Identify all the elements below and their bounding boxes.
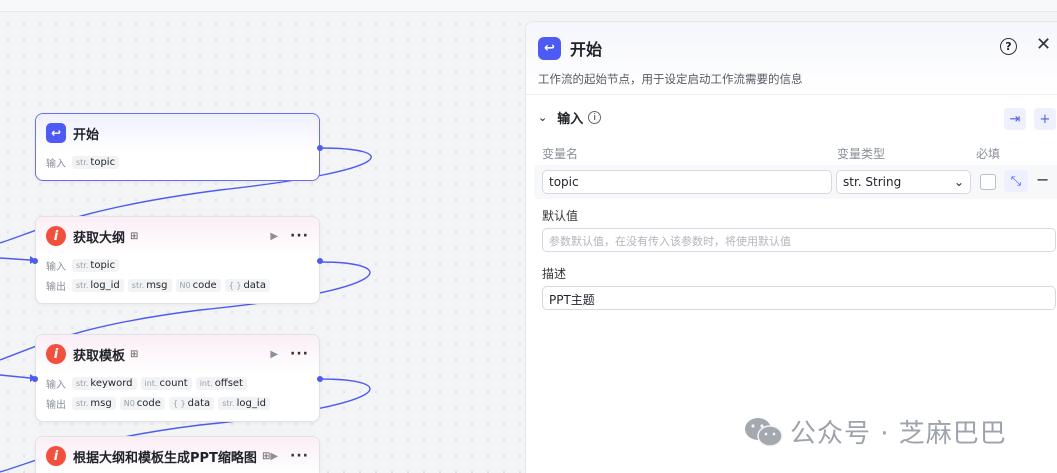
panel-header: ↩ 开始 ? ✕ 工作流的起始节点，用于设定启动工作流需要的信息 — [526, 22, 1057, 95]
node-start-title: 开始 — [73, 127, 100, 143]
help-icon[interactable]: ? — [1000, 38, 1017, 55]
default-value-input[interactable]: 参数默认值，在没有传入该参数时，将使用默认值 — [542, 228, 1056, 252]
node-generate-thumbnail[interactable]: i 根据大纲和模板生成PPT缩略图 ⊞ ▶ ··· — [35, 436, 320, 473]
close-icon[interactable]: ✕ — [1036, 34, 1051, 55]
watermark: 公众号 · 芝麻巴巴 — [742, 413, 1007, 450]
plugin-icon: i — [46, 344, 66, 364]
node-outline-inputs: 输入 str. topic — [36, 255, 319, 275]
node-outline-title: 获取大纲 — [73, 230, 126, 246]
chevron-down-icon: ⌄ — [953, 175, 964, 189]
node-template-title: 获取模板 — [73, 348, 126, 364]
node-template-inputs: 输入 str. keyword int. count int. offset — [36, 373, 319, 393]
node-start-inputs: 输入 str. topic — [36, 152, 319, 172]
start-icon: ↩ — [538, 36, 561, 60]
add-variable-button[interactable]: + — [1034, 108, 1056, 130]
param-tag: int. count — [140, 376, 192, 390]
plugin-badge-icon: ⊞ — [130, 230, 139, 242]
node-config-panel: ↩ 开始 ? ✕ 工作流的起始节点，用于设定启动工作流需要的信息 ⌄ 输入 i … — [525, 21, 1057, 473]
variable-type-select[interactable]: str. String ⌄ — [836, 170, 971, 194]
node-template-header: i 获取模板 ⊞ ▶ ··· — [36, 335, 319, 373]
default-value-label: 默认值 — [542, 209, 579, 223]
more-icon[interactable]: ··· — [290, 346, 309, 362]
description-label: 描述 — [542, 267, 567, 281]
watermark-text: 公众号 · 芝麻巴巴 — [790, 419, 1007, 449]
node-get-outline[interactable]: i 获取大纲 ⊞ ▶ ··· 输入 str. topic 输出 str. log_i… — [32, 216, 323, 304]
param-tag: str. msg — [72, 396, 116, 410]
plugin-badge-icon: ⊞ — [261, 450, 271, 462]
node-start-header: ↩ 开始 — [36, 114, 319, 152]
collapse-icon[interactable]: ⤡ — [1004, 170, 1028, 192]
column-header-name: 变量名 — [542, 147, 579, 161]
chevron-down-icon[interactable]: ⌄ — [538, 111, 547, 124]
input-port[interactable] — [32, 376, 38, 382]
start-icon: ↩ — [46, 123, 66, 143]
top-bar — [0, 0, 1057, 12]
param-tag: { } data — [224, 278, 270, 292]
output-port[interactable] — [317, 145, 323, 151]
node-outline-outputs: 输出 str. log_id str. msg N0 code { } data — [36, 275, 319, 295]
panel-description: 工作流的起始节点，用于设定启动工作流需要的信息 — [538, 72, 803, 86]
wechat-icon — [745, 417, 783, 447]
param-tag: N0 code — [119, 396, 165, 410]
param-tag: str. topic — [72, 155, 120, 169]
node-start[interactable]: ↩ 开始 输入 str. topic — [35, 113, 323, 181]
remove-variable-icon[interactable]: − — [1036, 170, 1049, 189]
variable-type-value: str. String — [843, 175, 902, 189]
node-thumbnail-header: i 根据大纲和模板生成PPT缩略图 ⊞ ▶ ··· — [36, 437, 319, 473]
run-icon[interactable]: ▶ — [270, 451, 278, 462]
edge-outline-in — [0, 257, 31, 261]
plugin-badge-icon: ⊞ — [130, 348, 139, 360]
param-tag: str. msg — [127, 278, 172, 292]
plugin-icon: i — [46, 226, 66, 246]
more-icon[interactable]: ··· — [290, 448, 309, 464]
import-icon[interactable]: ⇥ — [1004, 108, 1026, 130]
plugin-icon: i — [46, 446, 66, 466]
param-tag: str. log_id — [218, 396, 270, 410]
param-tag: N0 code — [175, 278, 221, 292]
output-port[interactable] — [317, 258, 323, 264]
param-tag: str. log_id — [72, 278, 124, 292]
node-get-template[interactable]: i 获取模板 ⊞ ▶ ··· 输入 str. keyword int. count … — [32, 334, 323, 422]
output-port[interactable] — [317, 376, 323, 382]
section-title: 输入 — [557, 112, 584, 127]
param-tag: { } data — [168, 396, 215, 410]
input-port[interactable] — [32, 258, 38, 264]
node-thumbnail-title: 根据大纲和模板生成PPT缩略图 — [73, 450, 257, 466]
panel-title: 开始 — [570, 40, 603, 59]
column-header-type: 变量类型 — [837, 147, 886, 161]
run-icon[interactable]: ▶ — [270, 231, 278, 242]
run-icon[interactable]: ▶ — [270, 349, 278, 360]
param-tag: int. offset — [195, 376, 247, 390]
description-input[interactable]: PPT主题 — [542, 286, 1056, 310]
param-tag: str. keyword — [72, 376, 137, 390]
node-template-outputs: 输出 str. msg N0 code { } data str. log_id — [36, 393, 319, 413]
info-icon[interactable]: i — [588, 111, 602, 124]
more-icon[interactable]: ··· — [290, 228, 309, 244]
param-tag: str. topic — [72, 258, 120, 272]
node-outline-header: i 获取大纲 ⊞ ▶ ··· — [36, 217, 319, 255]
required-checkbox[interactable] — [980, 174, 996, 190]
variable-name-input[interactable]: topic — [542, 170, 832, 194]
column-header-required: 必填 — [976, 147, 1001, 161]
edge-template-in — [0, 374, 31, 379]
input-section-header[interactable]: ⌄ 输入 i — [538, 108, 602, 127]
